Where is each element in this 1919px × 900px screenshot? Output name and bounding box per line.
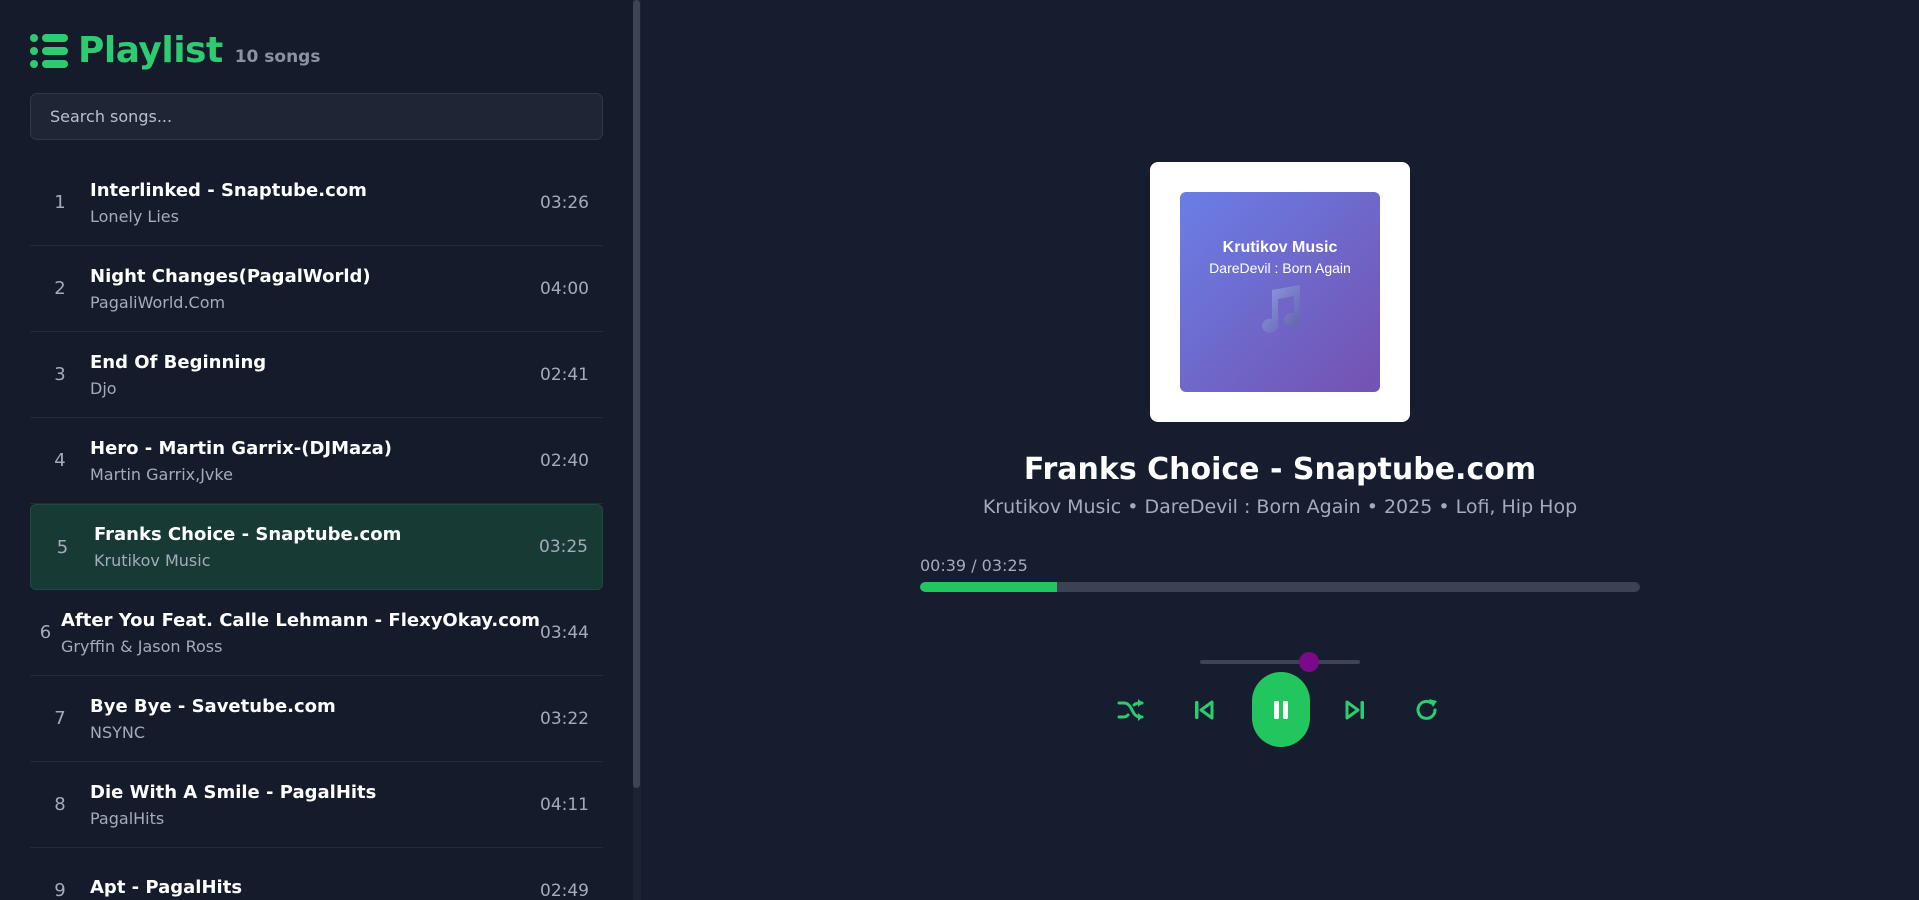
volume-slider[interactable] <box>1200 652 1360 672</box>
song-count: 10 songs <box>234 47 321 67</box>
list-icon <box>30 33 68 68</box>
song-row[interactable]: 8 Die With A Smile - PagalHits PagalHits 04… <box>30 762 603 848</box>
next-icon[interactable] <box>1344 699 1366 721</box>
song-duration: 02:41 <box>540 364 589 385</box>
now-playing-title: Franks Choice - Snaptube.com <box>1023 452 1537 487</box>
song-info: Die With A Smile - PagalHits PagalHits <box>90 782 540 828</box>
song-title: After You Feat. Calle Lehmann - FlexyOka… <box>61 609 540 631</box>
song-artist: Martin Garrix,Jvke <box>90 464 233 484</box>
song-title: Night Changes(PagalWorld) <box>90 265 371 287</box>
song-row[interactable]: 9 Apt - PagalHits 02:49 <box>30 848 603 900</box>
song-title: End Of Beginning <box>90 351 267 373</box>
song-info: Night Changes(PagalWorld) PagaliWorld.Com <box>90 266 540 312</box>
repeat-icon[interactable] <box>1414 697 1440 723</box>
song-title: Franks Choice - Snaptube.com <box>94 524 402 545</box>
song-number: 9 <box>54 880 66 900</box>
song-number: 7 <box>54 708 66 729</box>
song-row[interactable]: 4 Hero - Martin Garrix-(DJMaza) Martin Gar… <box>30 418 603 504</box>
song-info: Franks Choice - Snaptube.com Krutikov Mus… <box>94 524 539 570</box>
playlist-header: Playlist 10 songs <box>30 30 320 71</box>
song-artist: PagalHits <box>90 808 165 828</box>
song-title: Bye Bye - Savetube.com <box>90 695 336 717</box>
shuffle-icon[interactable] <box>1117 697 1145 723</box>
now-playing-meta: Krutikov Music • DareDevil : Born Again … <box>982 496 1578 518</box>
album-art-frame: Krutikov Music DareDevil : Born Again <box>1150 162 1410 422</box>
song-artist: PagaliWorld.Com <box>90 292 226 312</box>
song-info: End Of Beginning Djo <box>90 352 540 398</box>
song-info: Interlinked - Snaptube.com Lonely Lies <box>90 180 540 226</box>
song-title: Interlinked - Snaptube.com <box>90 179 367 201</box>
song-duration: 04:11 <box>540 794 589 815</box>
song-info: After You Feat. Calle Lehmann - FlexyOka… <box>61 610 540 656</box>
previous-icon[interactable] <box>1193 699 1215 721</box>
song-artist: Djo <box>90 378 117 398</box>
progress-fill <box>920 582 1057 592</box>
song-duration: 03:25 <box>539 537 588 557</box>
song-artist: NSYNC <box>90 722 146 742</box>
song-duration: 04:00 <box>540 278 589 299</box>
song-duration: 02:49 <box>540 880 589 900</box>
song-number: 6 <box>39 622 52 643</box>
album-art-artist: Krutikov Music <box>1222 238 1338 256</box>
playlist-title: Playlist <box>78 30 223 71</box>
search-input[interactable] <box>30 93 603 140</box>
song-artist: Lonely Lies <box>90 206 179 226</box>
song-number: 2 <box>54 278 66 299</box>
song-row[interactable]: 3 End Of Beginning Djo 02:41 <box>30 332 603 418</box>
playlist-sidebar: Playlist 10 songs 1 Interlinked - Snaptub… <box>0 0 633 900</box>
song-duration: 03:26 <box>540 192 589 213</box>
song-row[interactable]: 6 After You Feat. Calle Lehmann - FlexyOk… <box>30 590 603 676</box>
song-row[interactable]: 5 Franks Choice - Snaptube.com Krutikov Mu… <box>30 504 603 590</box>
song-duration: 03:22 <box>540 708 589 729</box>
song-list: 1 Interlinked - Snaptube.com Lonely Lies 03… <box>30 160 603 900</box>
song-artist: Krutikov Music <box>94 551 211 570</box>
song-row[interactable]: 1 Interlinked - Snaptube.com Lonely Lies 03… <box>30 160 603 246</box>
song-info: Hero - Martin Garrix-(DJMaza) Martin Garr… <box>90 438 540 484</box>
song-number: 5 <box>56 536 69 558</box>
player-panel <box>641 0 1919 900</box>
playback-controls <box>1115 672 1445 747</box>
song-number: 3 <box>54 364 66 385</box>
time-readout: 00:39 / 03:25 <box>920 556 1028 575</box>
song-duration: 03:44 <box>540 622 589 643</box>
pause-button[interactable] <box>1252 672 1310 747</box>
song-row[interactable]: 2 Night Changes(PagalWorld) PagaliWorld.Co… <box>30 246 603 332</box>
song-artist: Gryffin & Jason Ross <box>61 636 223 656</box>
song-info: Bye Bye - Savetube.com NSYNC <box>90 696 540 742</box>
volume-thumb[interactable] <box>1298 652 1319 672</box>
song-row[interactable]: 7 Bye Bye - Savetube.com NSYNC 03:22 <box>30 676 603 762</box>
song-title: Hero - Martin Garrix-(DJMaza) <box>90 437 393 459</box>
album-art: Krutikov Music DareDevil : Born Again <box>1180 192 1380 392</box>
song-number: 4 <box>54 450 66 471</box>
scrollbar-thumb[interactable] <box>633 0 640 788</box>
progress-bar[interactable] <box>920 582 1640 592</box>
song-number: 1 <box>54 192 66 213</box>
music-note-icon <box>1262 284 1300 333</box>
album-art-album: DareDevil : Born Again <box>1209 259 1351 276</box>
song-title: Apt - PagalHits <box>90 877 243 898</box>
song-title: Die With A Smile - PagalHits <box>90 781 377 803</box>
pause-icon <box>1274 700 1288 719</box>
song-number: 8 <box>54 794 66 815</box>
song-duration: 02:40 <box>540 450 589 471</box>
song-info: Apt - PagalHits <box>90 877 540 900</box>
